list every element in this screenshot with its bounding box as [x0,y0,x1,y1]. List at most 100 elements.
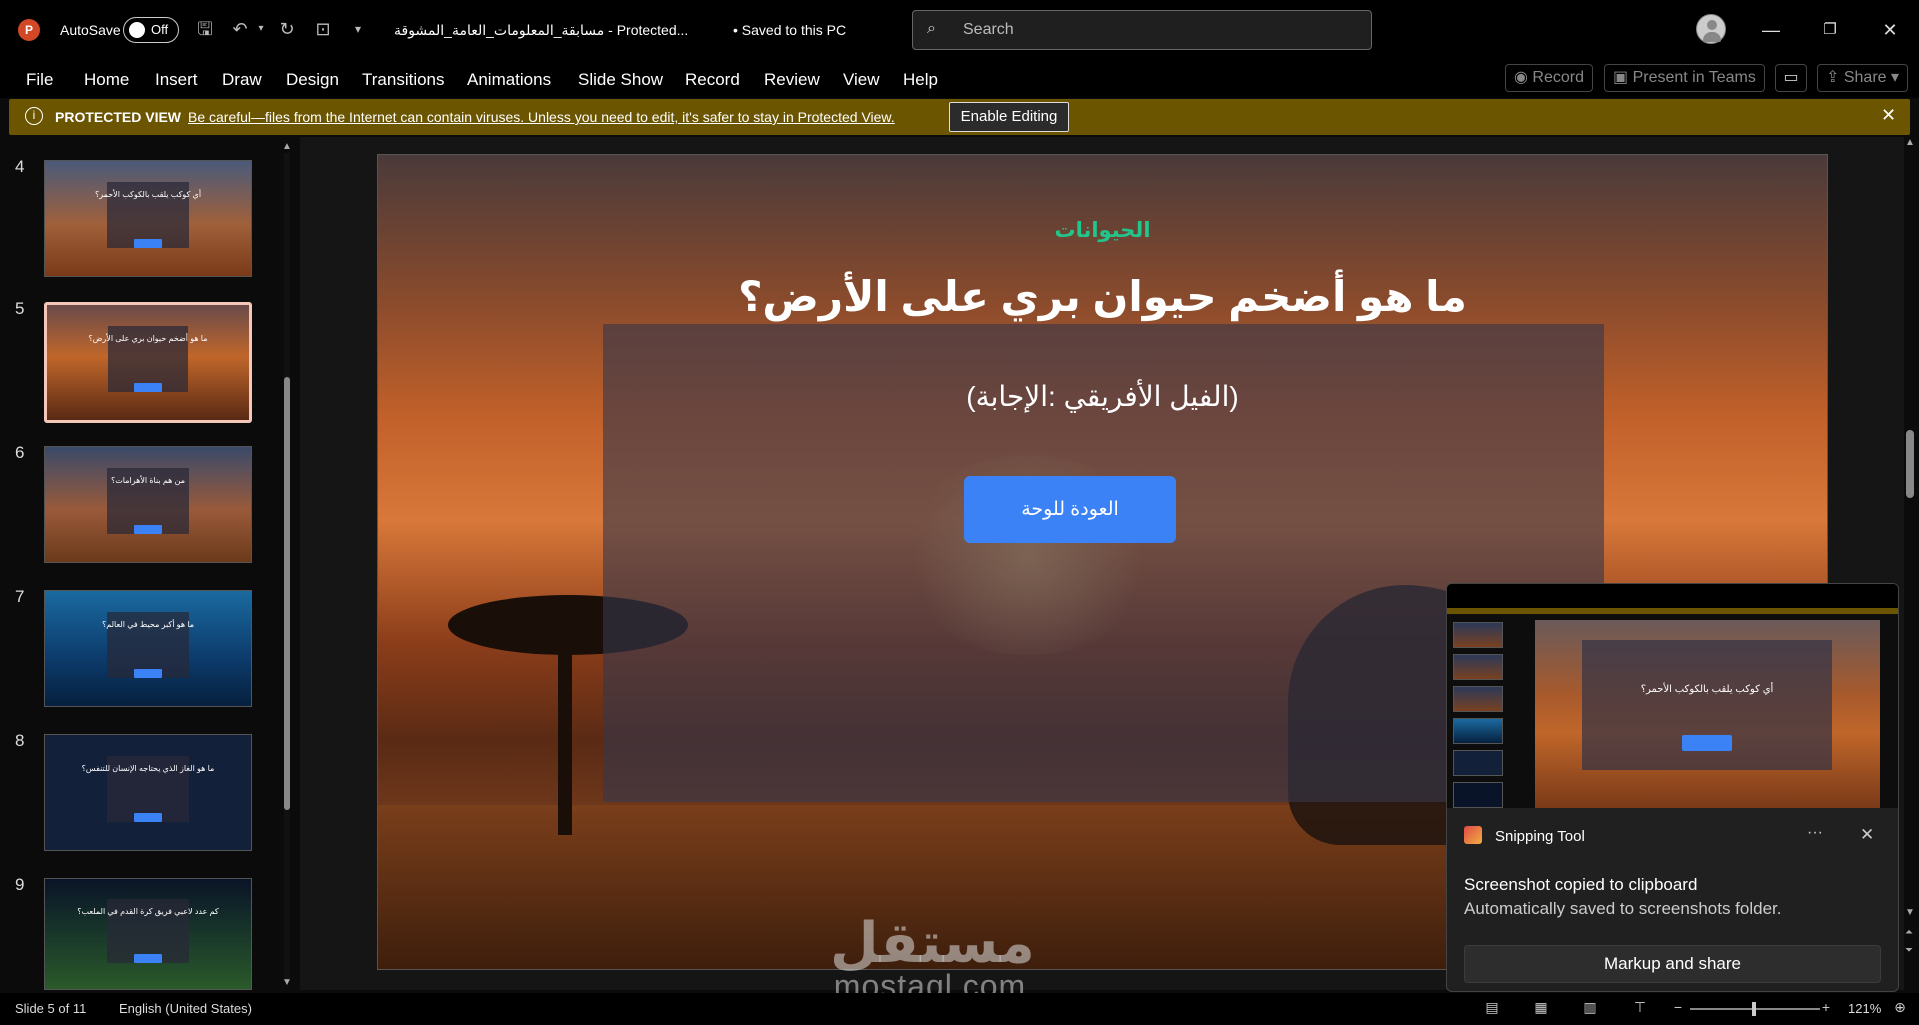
thumbnail-title: كم عدد لاعبي فريق كرة القدم في الملعب؟ [77,906,219,916]
preview-thumbnail [1453,686,1503,712]
preview-thumbnail [1453,622,1503,648]
avatar-head [1707,20,1717,30]
present-icon[interactable]: ⊡ [312,18,334,40]
preview-card: أي كوكب يلقب بالكوكب الأحمر؟ [1582,640,1832,770]
normal-view-icon[interactable]: ▤ [1482,999,1502,1015]
more-options-icon[interactable]: ··· [1807,824,1823,842]
record-icon: ◉ [1514,69,1533,86]
preview-thumbnail [1453,750,1503,776]
tab-review[interactable]: Review [764,70,820,90]
present-in-teams-button[interactable]: ▣ Present in Teams [1604,64,1765,92]
slide-sorter-icon[interactable]: ▦ [1531,999,1551,1015]
scroll-down-icon[interactable]: ▼ [1905,907,1915,918]
thumbnail-button [133,813,163,823]
slide-number: 8 [15,731,25,750]
zoom-in-icon[interactable]: + [1816,999,1836,1015]
tab-animations[interactable]: Animations [467,70,551,90]
thumbnail-title: ما هو أضخم حيوان بري على الأرض؟ [88,333,208,343]
minimize-button[interactable]: — [1751,16,1791,44]
share-icon: ⇪ [1826,69,1844,86]
autosave-state: Off [151,22,169,37]
screenshot-preview[interactable]: أي كوكب يلقب بالكوكب الأحمر؟ [1447,584,1898,808]
zoom-out-icon[interactable]: − [1668,999,1688,1015]
slide-thumbnail-7[interactable]: ما هو أكبر محيط في العالم؟ [44,590,252,707]
slideshow-view-icon[interactable]: ⊤ [1630,999,1650,1015]
present-teams-label: Present in Teams [1632,69,1756,86]
preview-slide: أي كوكب يلقب بالكوكب الأحمر؟ [1535,620,1880,808]
preview-thumbnail [1453,654,1503,680]
document-title: مسابقة_المعلومات_العامة_المشوقة - Protec… [394,22,689,38]
editor-scrollbar[interactable]: ▲ ▼ ⏶ ⏷ [1903,137,1917,990]
tab-design[interactable]: Design [286,70,339,90]
teams-icon: ▣ [1613,69,1633,86]
comment-icon: ▭ [1783,69,1799,86]
scroll-up-icon[interactable]: ▲ [1905,137,1915,148]
slide-thumbnail-9[interactable]: كم عدد لاعبي فريق كرة القدم في الملعب؟ [44,878,252,990]
slide-counter: Slide 5 of 11 [15,1001,87,1016]
fit-to-window-icon[interactable]: ⊕ [1890,999,1910,1015]
snipping-tool-icon [1464,826,1482,844]
undo-dropdown-icon[interactable]: ▾ [250,18,272,40]
preview-thumbnail [1453,718,1503,744]
tab-file[interactable]: File [26,70,53,90]
search-icon: ⌕ [927,20,936,37]
toggle-knob [129,22,145,38]
slide-thumbnail-6[interactable]: من هم بناة الأهرامات؟ [44,446,252,563]
share-button[interactable]: ⇪ Share ▾ [1817,64,1909,92]
thumbnail-title: من هم بناة الأهرامات؟ [111,475,185,485]
slide-thumbnail-5[interactable]: ما هو أضخم حيوان بري على الأرض؟ [44,302,252,423]
enable-editing-button[interactable]: Enable Editing [949,102,1069,132]
protected-view-message-link[interactable]: Be careful—files from the Internet can c… [188,109,895,125]
close-window-button[interactable]: ✕ [1870,16,1910,44]
thumbnail-button [133,953,163,963]
slide-thumbnail-8[interactable]: ما هو الغاز الذي يحتاجه الإنسان للتنفس؟ [44,734,252,851]
scroll-thumb[interactable] [1906,430,1914,498]
previous-slide-icon[interactable]: ⏶ [1905,927,1913,938]
save-icon[interactable]: 🖫 [194,18,216,40]
thumbnail-button [133,525,163,535]
reading-view-icon[interactable]: ▥ [1580,999,1600,1015]
toast-body: Automatically saved to screenshots folde… [1464,899,1782,918]
scroll-thumb[interactable] [284,377,290,810]
chevron-down-icon: ▾ [1886,69,1900,86]
restore-button[interactable]: ❐ [1810,16,1850,44]
undo-icon[interactable]: ↶ [229,18,251,40]
language-indicator[interactable]: English (United States) [119,1001,252,1016]
scroll-down-icon[interactable]: ▼ [282,977,292,988]
thumbnail-scrollbar[interactable]: ▲ ▼ [281,141,293,990]
tab-view[interactable]: View [843,70,880,90]
zoom-slider-knob[interactable] [1752,1002,1756,1016]
thumbnail-title: ما هو الغاز الذي يحتاجه الإنسان للتنفس؟ [81,763,215,773]
slide-thumbnail-4[interactable]: أي كوكب يلقب بالكوكب الأحمر؟ [44,160,252,277]
tab-slide-show[interactable]: Slide Show [578,70,663,90]
tab-draw[interactable]: Draw [222,70,262,90]
scroll-up-icon[interactable]: ▲ [282,141,292,152]
thumbnail-button [133,669,163,679]
record-button[interactable]: ◉ Record [1505,64,1593,92]
shield-info-icon: i [25,107,43,125]
search-input[interactable]: ⌕ Search [912,10,1372,50]
close-icon[interactable]: ✕ [1881,105,1896,126]
autosave-toggle[interactable]: Off [123,17,179,43]
redo-icon[interactable]: ↻ [276,18,298,40]
toast-heading: Screenshot copied to clipboard [1464,875,1698,894]
tab-record[interactable]: Record [685,70,740,90]
markup-and-share-button[interactable]: Markup and share [1464,945,1881,983]
account-avatar[interactable] [1696,14,1726,44]
tab-home[interactable]: Home [84,70,129,90]
tab-help[interactable]: Help [903,70,938,90]
status-bar: Slide 5 of 11 English (United States) ▤ … [0,993,1919,1025]
slide-number: 7 [15,587,25,606]
slide-number: 5 [15,299,25,318]
tab-transitions[interactable]: Transitions [362,70,445,90]
watermark-arabic: مستقل [830,911,1035,974]
comments-button[interactable]: ▭ [1775,64,1807,92]
thumbnail-button [133,239,163,249]
autosave-label: AutoSave [60,22,121,38]
saved-status: • Saved to this PC [733,22,847,38]
zoom-level[interactable]: 121% [1848,1001,1881,1016]
next-slide-icon[interactable]: ⏷ [1905,945,1913,956]
customize-toolbar-icon[interactable]: ▾ [347,18,369,40]
tab-insert[interactable]: Insert [155,70,198,90]
close-icon[interactable]: ✕ [1860,825,1874,845]
